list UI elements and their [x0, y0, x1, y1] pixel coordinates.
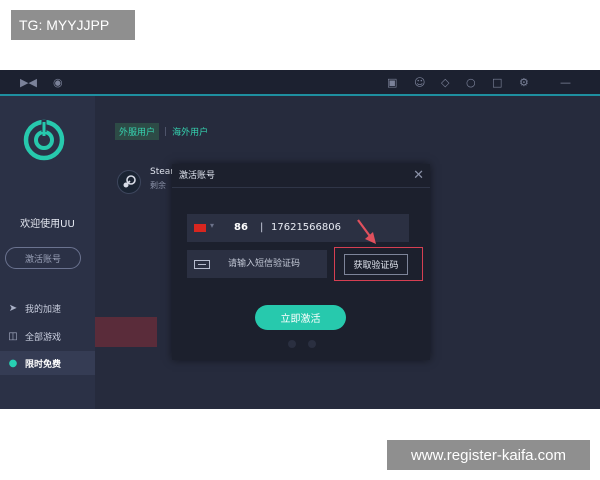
minimize-icon[interactable]: —: [560, 70, 571, 96]
steam-icon: [117, 170, 141, 194]
close-icon[interactable]: ✕: [413, 164, 424, 188]
tab-domestic-users[interactable]: 外服用户: [115, 123, 160, 140]
sidebar-item-label: 全部游戏: [25, 332, 62, 343]
headset-icon[interactable]: ○: [466, 70, 476, 96]
sidebar-item-label: 限时免费: [25, 359, 62, 370]
activate-now-button[interactable]: 立即激活: [255, 305, 346, 330]
steam-remaining-text: 剩余: [150, 181, 166, 190]
welcome-text: 欢迎使用UU: [20, 219, 75, 230]
get-code-button[interactable]: 获取验证码: [344, 254, 408, 275]
free-icon: ●: [8, 357, 18, 369]
china-flag-icon[interactable]: [194, 224, 206, 232]
watermark-bottom: www.register-kaifa.com: [387, 440, 590, 470]
decorative-dots: [288, 340, 316, 348]
uu-logo-icon: [23, 119, 65, 161]
sidebar-item-limited-free[interactable]: ● 限时免费: [0, 351, 95, 375]
chat-icon[interactable]: ☺: [414, 70, 425, 96]
promo-banner: [95, 317, 157, 347]
bug-icon[interactable]: ◉: [53, 70, 63, 96]
sms-code-row: 请输入短信验证码: [187, 250, 327, 278]
phone-separator: |: [260, 222, 264, 233]
cart-icon[interactable]: ▣: [387, 70, 397, 96]
red-arrow-icon: [357, 219, 376, 244]
tag-icon[interactable]: ◇: [441, 70, 449, 96]
gamepad-icon[interactable]: ▶◀: [20, 70, 37, 96]
dialog-title: 激活账号: [172, 164, 430, 188]
gear-icon[interactable]: ⚙: [519, 70, 529, 96]
tab-separator: |: [164, 126, 168, 137]
activate-account-dialog: 激活账号 ✕ ▾ 86 | 17621566806 请输入短信验证码 获取验证码…: [172, 164, 430, 360]
watermark-top: TG: MYYJJPP: [11, 10, 135, 40]
activate-account-button[interactable]: 激活账号: [5, 247, 81, 269]
tab-overseas-users[interactable]: 海外用户: [172, 125, 208, 138]
chevron-down-icon[interactable]: ▾: [210, 221, 214, 230]
gamepad-icon: ◫: [8, 330, 18, 342]
sms-code-input[interactable]: 请输入短信验证码: [228, 250, 300, 278]
country-code: 86: [234, 222, 248, 233]
mail-icon[interactable]: □: [492, 70, 502, 96]
region-tabs: 外服用户 | 海外用户: [115, 123, 208, 140]
title-bar: ▶◀ ◉ ▣ ☺ ◇ ○ □ ⚙ —: [0, 70, 600, 96]
sidebar-item-label: 我的加速: [25, 304, 62, 315]
sidebar-item-my-acceleration[interactable]: ➤ 我的加速: [0, 296, 95, 320]
phone-input[interactable]: 17621566806: [271, 214, 341, 242]
sidebar: 欢迎使用UU 激活账号 ➤ 我的加速 ◫ 全部游戏 ● 限时免费: [0, 96, 95, 409]
rocket-icon: ➤: [8, 302, 18, 314]
sidebar-item-all-games[interactable]: ◫ 全部游戏: [0, 324, 95, 348]
message-icon: [194, 260, 210, 269]
